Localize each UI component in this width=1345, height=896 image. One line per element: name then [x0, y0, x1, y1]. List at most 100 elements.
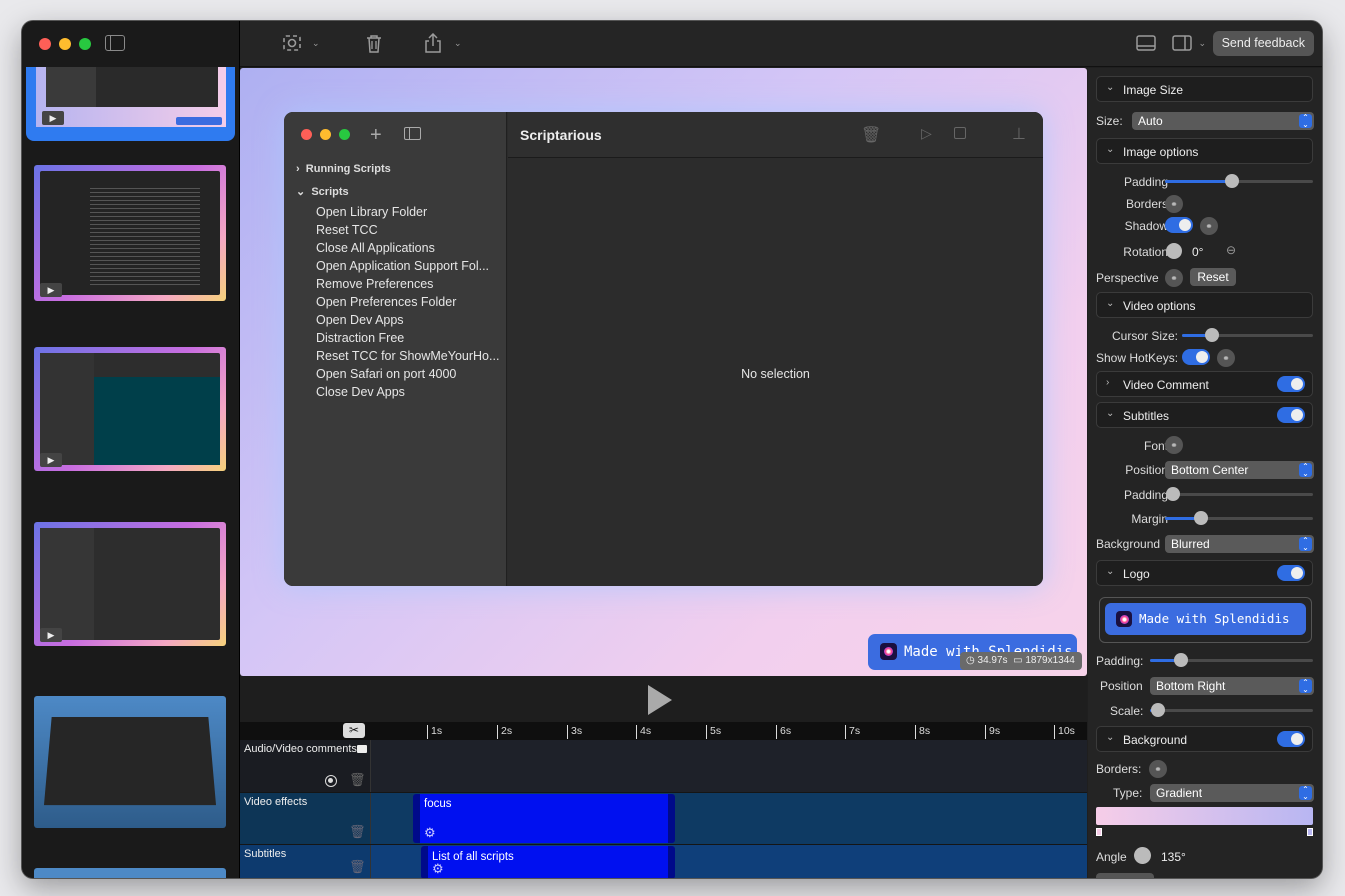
logo-preview[interactable]: Made with Splendidis — [1099, 597, 1312, 643]
thumbnail-5[interactable] — [34, 696, 226, 828]
comments-track[interactable]: Audio/Video comments 🗑 — [240, 740, 1087, 792]
script-item: Open Library Folder — [316, 205, 428, 219]
subtitles-track[interactable]: Subtitles 🗑 List of all scripts ⚙ — [240, 845, 1087, 878]
margin-slider[interactable] — [1165, 511, 1313, 525]
gradient-stop-start[interactable] — [1096, 828, 1102, 836]
focus-clip[interactable]: focus ⚙ — [413, 794, 675, 843]
perspective-button[interactable]: ⚭ — [1165, 269, 1183, 287]
right-panel-icon[interactable] — [1172, 32, 1192, 54]
subtitle-position-select[interactable]: Bottom Center ⌃ ⌄ — [1165, 461, 1314, 479]
empty-state: No selection — [741, 367, 810, 381]
video-comment-section[interactable]: › Video Comment — [1096, 371, 1313, 397]
rotation-value: 0° — [1192, 245, 1204, 259]
plus-icon: + — [370, 124, 382, 146]
thumbnail-sidebar: ▶ ▶ ▶ ▶ — [22, 21, 240, 878]
chevron-down-icon: ⌄ — [1106, 408, 1115, 419]
bg-borders-button[interactable]: ⚭ — [1149, 760, 1167, 778]
preview-canvas[interactable]: + › Running Scripts ⌄ Scripts Open Libra… — [240, 68, 1087, 676]
angle-dial[interactable] — [1134, 847, 1151, 864]
gradient-stop-end[interactable] — [1307, 828, 1313, 836]
shadow-toggle[interactable] — [1165, 217, 1193, 233]
trash-icon[interactable]: 🗑 — [349, 772, 366, 788]
chevron-down-icon[interactable]: ⌄ — [312, 32, 320, 54]
send-feedback-button[interactable]: Send feedback — [1212, 31, 1314, 56]
font-label: Font — [1143, 439, 1168, 453]
record-icon[interactable] — [325, 775, 337, 787]
play-button[interactable] — [648, 685, 672, 715]
gear-icon[interactable]: ⚙ — [424, 825, 436, 841]
rotation-dial[interactable] — [1166, 243, 1182, 259]
thumbnail-2[interactable]: ▶ — [34, 165, 226, 301]
video-comment-toggle[interactable] — [1277, 376, 1305, 392]
trash-icon[interactable]: 🗑 — [349, 859, 366, 875]
logo-position-select[interactable]: Bottom Right ⌃ ⌄ — [1150, 677, 1314, 695]
borders-label: Borders — [1125, 197, 1168, 211]
background-toggle[interactable] — [1277, 731, 1305, 747]
subtitles-toggle[interactable] — [1277, 407, 1305, 423]
show-hotkeys-toggle[interactable] — [1182, 349, 1210, 365]
subtitle-padding-slider[interactable] — [1166, 487, 1313, 501]
thumbnail-4[interactable]: ▶ — [34, 522, 226, 646]
effects-track[interactable]: Video effects 🗑 focus ⚙ — [240, 793, 1087, 844]
sidebar-toggle-icon[interactable] — [105, 35, 125, 51]
logo-padding-slider[interactable] — [1150, 653, 1313, 667]
clip-label: focus — [424, 798, 452, 810]
close-window-button[interactable] — [39, 38, 51, 50]
logo-toggle[interactable] — [1277, 565, 1305, 581]
thumbnail-3[interactable]: ▶ — [34, 347, 226, 471]
time-ruler[interactable]: ✂ 1s 2s 3s 4s 5s 6s 7s 8s 9s 10s — [240, 722, 1087, 740]
reset-button[interactable]: Reset — [1190, 268, 1236, 286]
subtitle-background-select[interactable]: Blurred ⌃ ⌄ — [1165, 535, 1314, 553]
scissors-icon[interactable]: ✂ — [343, 723, 365, 738]
scale-slider[interactable] — [1150, 703, 1313, 717]
video-options-section[interactable]: ⌄ Video options — [1096, 292, 1313, 318]
scripts-group: ⌄ Scripts — [296, 186, 349, 198]
trash-icon: 🗑 — [861, 127, 882, 144]
zoom-window-button[interactable] — [79, 38, 91, 50]
subtitle-clip[interactable]: List of all scripts ⚙ — [421, 846, 675, 878]
trash-icon[interactable] — [366, 32, 382, 54]
gear-icon[interactable]: ⚙ — [432, 861, 444, 877]
cursor-size-slider[interactable] — [1182, 328, 1313, 342]
thumbnail-1[interactable]: ▶ — [26, 67, 235, 141]
trash-icon[interactable]: 🗑 — [349, 824, 366, 840]
video-camera-icon[interactable] — [357, 745, 367, 753]
image-options-section[interactable]: ⌄ Image options — [1096, 138, 1313, 164]
screenshot-icon[interactable] — [282, 32, 302, 54]
tick: 6s — [776, 725, 791, 739]
play-icon: ▶ — [40, 453, 62, 467]
padding-slider[interactable] — [1165, 174, 1313, 188]
inspector-panel: ⌄ Image Size Size: Auto ⌃ ⌄ ⌄ Image options … — [1088, 68, 1322, 878]
image-size-section[interactable]: ⌄ Image Size — [1096, 76, 1313, 102]
partial-control[interactable] — [1096, 873, 1154, 878]
font-button[interactable]: ⚭ — [1165, 436, 1183, 454]
chevron-down-icon[interactable]: ⌄ — [454, 32, 462, 54]
background-type-select[interactable]: Gradient ⌃ ⌄ — [1150, 784, 1314, 802]
logo-section[interactable]: ⌄ Logo — [1096, 560, 1313, 586]
minus-circle-icon[interactable]: ⊖ — [1226, 243, 1236, 257]
tick: 7s — [845, 725, 860, 739]
play-icon: ▶ — [42, 111, 64, 125]
thumbnail-6[interactable] — [34, 868, 226, 878]
shadow-color-button[interactable]: ⚭ — [1200, 217, 1218, 235]
logo-position-label: Position — [1100, 679, 1143, 693]
padding-label: Padding — [1123, 175, 1168, 189]
tick: 4s — [636, 725, 651, 739]
share-icon[interactable] — [425, 32, 441, 54]
play-icon: ▶ — [40, 283, 62, 297]
borders-color-button[interactable]: ⚭ — [1165, 195, 1183, 213]
bg-borders-label: Borders: — [1096, 762, 1142, 776]
perspective-label: Perspective — [1096, 271, 1159, 285]
size-select[interactable]: Auto ⌃ ⌄ — [1132, 112, 1314, 130]
gradient-preview[interactable] — [1096, 807, 1313, 825]
position-label: Position — [1125, 463, 1168, 477]
chevron-down-icon[interactable]: ⌄ — [1198, 32, 1206, 54]
hotkeys-color-button[interactable]: ⚭ — [1217, 349, 1235, 367]
minimize-window-button[interactable] — [59, 38, 71, 50]
subtitles-section[interactable]: ⌄ Subtitles — [1096, 402, 1313, 428]
timeline: ✂ 1s 2s 3s 4s 5s 6s 7s 8s 9s 10s Audio/V… — [240, 722, 1087, 878]
bottom-panel-icon[interactable] — [1136, 32, 1156, 54]
toolbar: ⌄ ⌄ ⌄ Send feedback — [240, 21, 1322, 67]
background-section[interactable]: ⌄ Background — [1096, 726, 1313, 752]
stop-icon — [954, 127, 966, 139]
